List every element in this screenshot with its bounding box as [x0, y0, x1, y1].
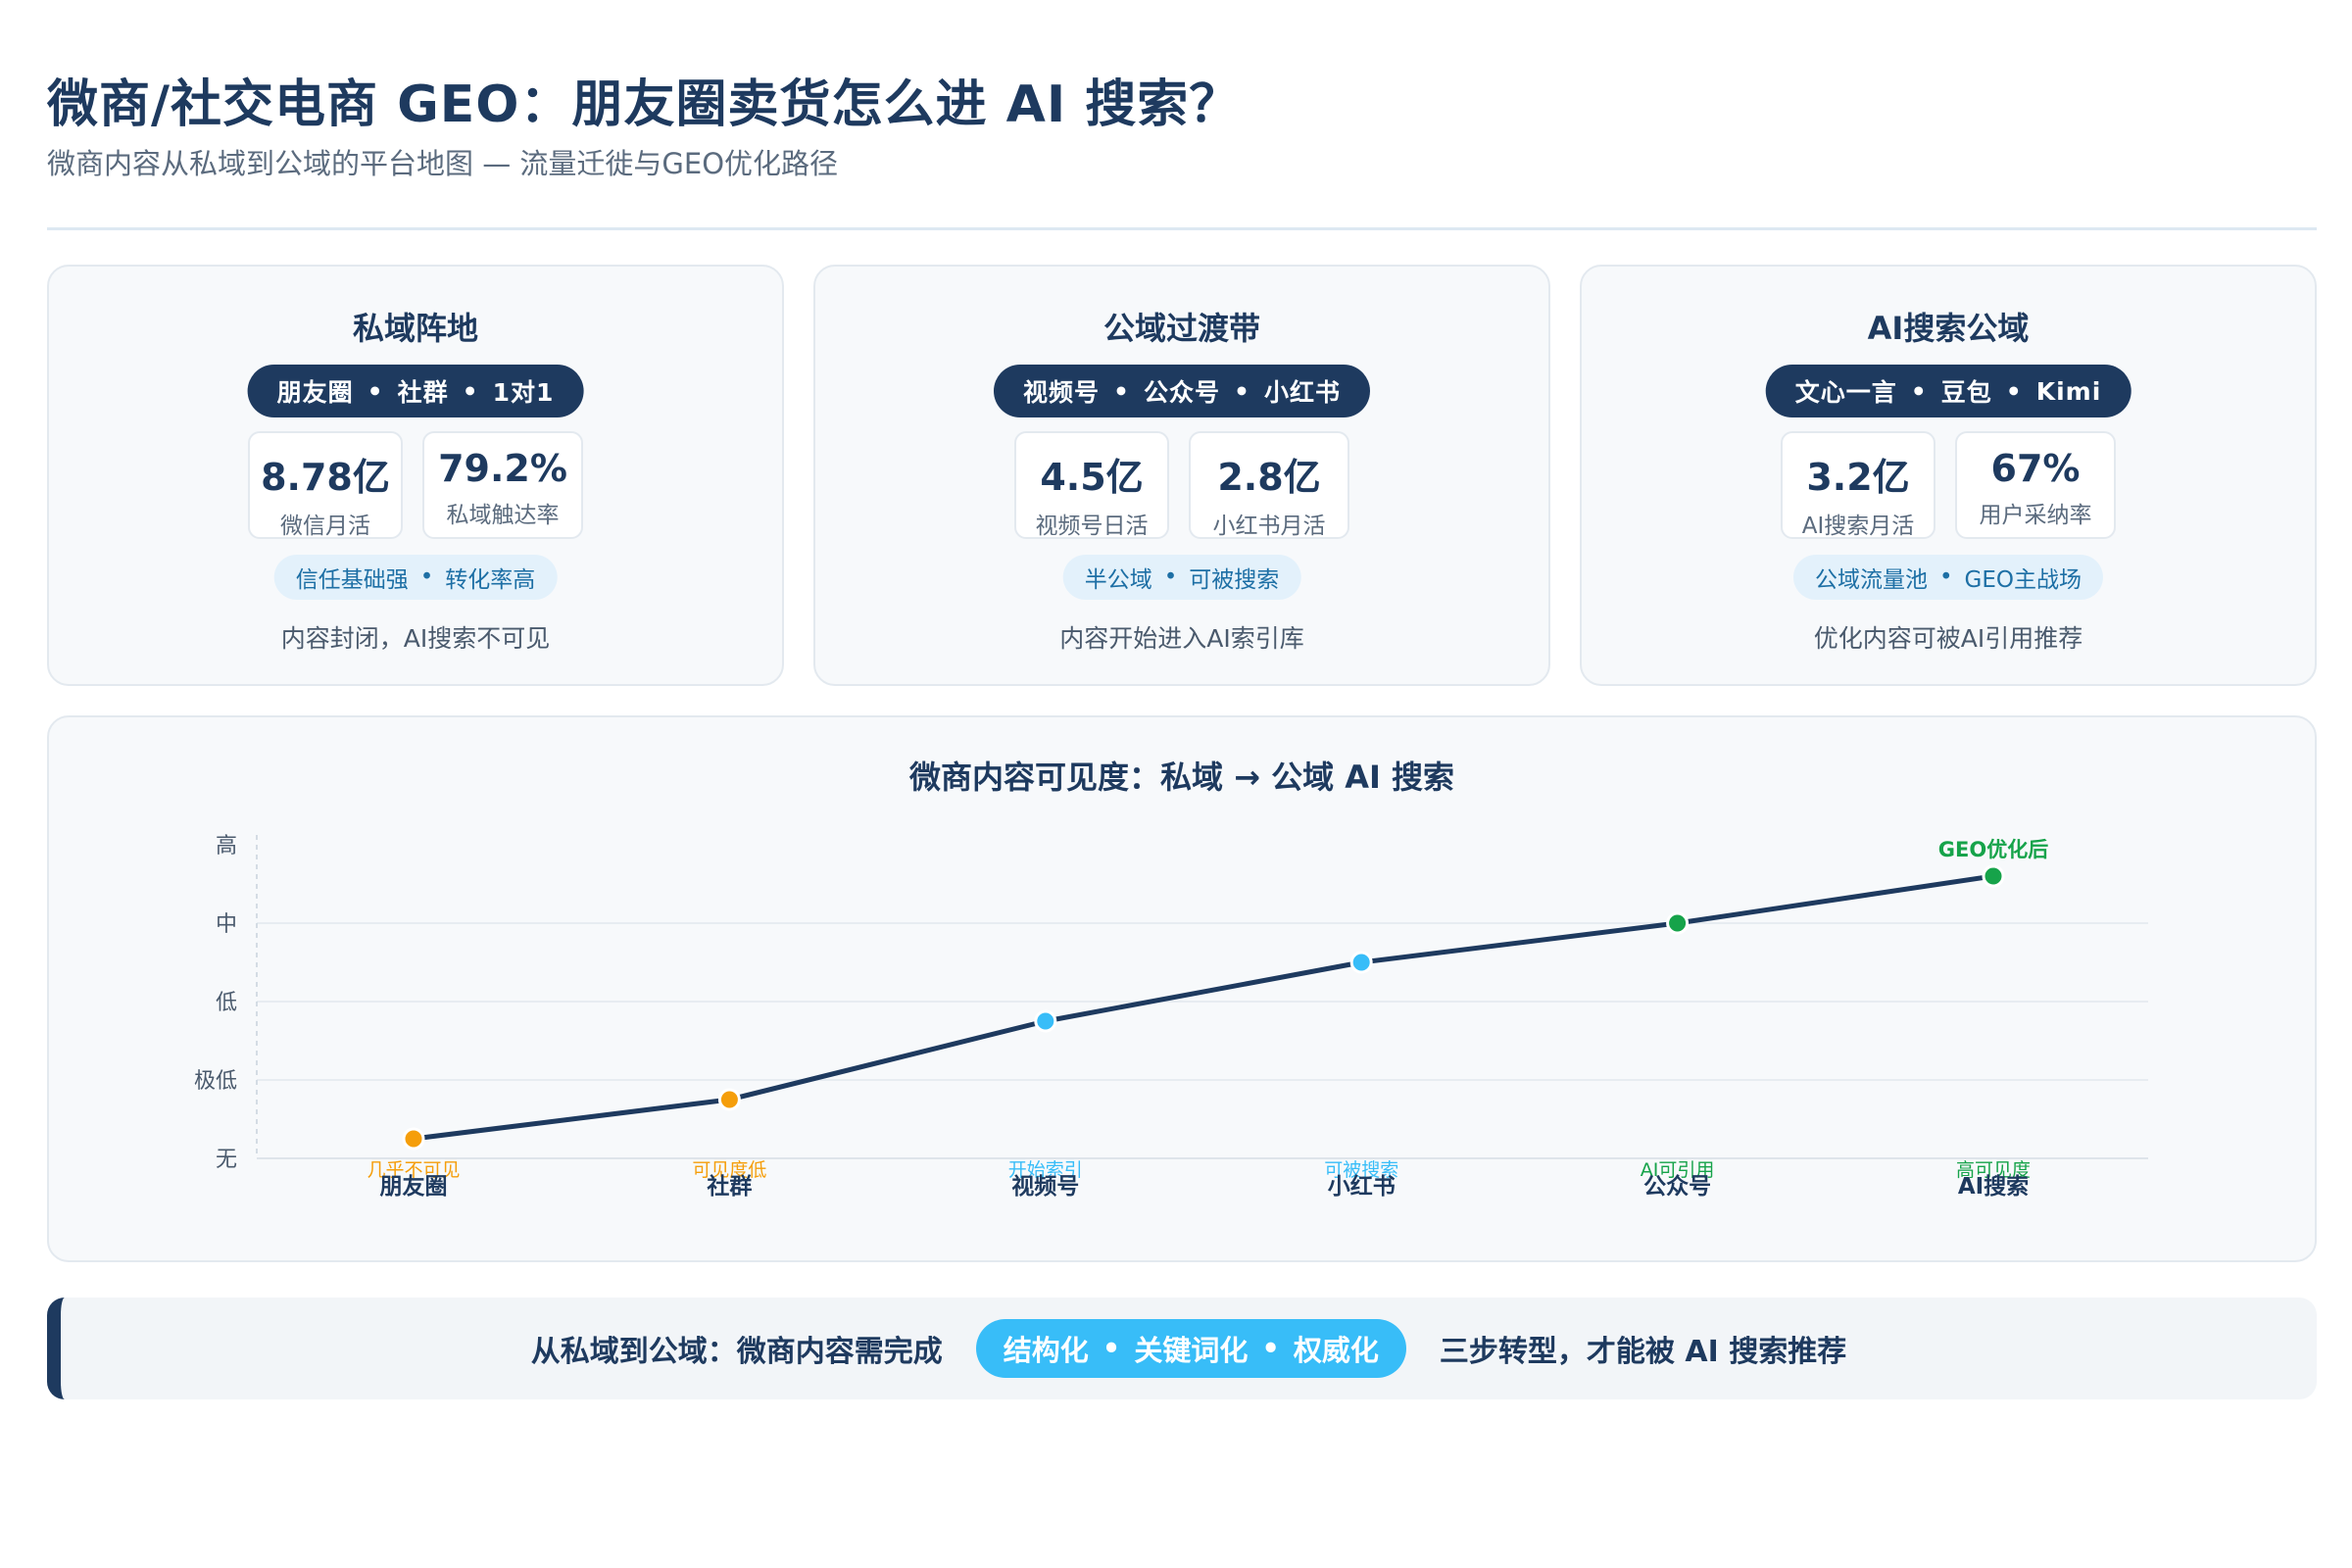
- step-label: 结构化: [1003, 1334, 1089, 1367]
- x-tick-label: 公众号: [1643, 1174, 1711, 1200]
- platform-pill: 文心一言 • 豆包 • Kimi: [1765, 365, 2132, 417]
- stats-row: 8.78亿 微信月活 79.2% 私域触达率: [49, 431, 782, 539]
- stat-value: 8.78亿: [261, 456, 390, 499]
- y-tick-label: 低: [216, 991, 237, 1015]
- platform-label: 文心一言: [1794, 378, 1897, 407]
- platform-label: 朋友圈: [276, 378, 354, 407]
- tag-label: GEO主战场: [1964, 567, 2082, 593]
- separator-dot: •: [419, 564, 434, 590]
- feature-tag: 公域流量池 • GEO主战场: [1792, 555, 2104, 600]
- card-transition-zone: 公域过渡带 视频号 • 公众号 • 小红书 4.5亿 视频号日活 2.8亿 小红…: [813, 265, 1550, 686]
- stat-value: 79.2%: [438, 447, 567, 490]
- stat-value: 4.5亿: [1040, 456, 1144, 499]
- stat-label: AI搜索月活: [1801, 514, 1915, 539]
- chart-annotation: GEO优化后: [1938, 838, 2048, 861]
- platform-label: Kimi: [2035, 376, 2102, 406]
- card-private-domain: 私域阵地 朋友圈 • 社群 • 1对1 8.78亿 微信月活 79.2% 私域触…: [47, 265, 784, 686]
- stat-value: 2.8亿: [1217, 456, 1321, 499]
- separator-dot: •: [367, 376, 384, 406]
- platform-label: 社群: [397, 378, 449, 407]
- data-point: [1666, 911, 1690, 935]
- stat-label: 微信月活: [280, 514, 370, 539]
- y-tick-label: 无: [216, 1148, 237, 1172]
- stat-box: 79.2% 私域触达率: [422, 431, 583, 539]
- x-tick-label: 朋友圈: [380, 1174, 448, 1200]
- tag-label: 半公域: [1084, 567, 1152, 593]
- x-tick-label: 社群: [707, 1173, 752, 1200]
- card-description: 内容开始进入AI索引库: [1059, 624, 1304, 653]
- stat-box: 2.8亿 小红书月活: [1189, 431, 1349, 539]
- platform-label: 小红书: [1263, 378, 1342, 407]
- separator-dot: •: [1113, 376, 1130, 406]
- platform-label: 视频号: [1022, 378, 1101, 407]
- banner-tail: 三步转型，才能被 AI 搜索推荐: [1439, 1335, 1847, 1369]
- tag-label: 公域流量池: [1814, 567, 1928, 593]
- header-divider: [47, 227, 2317, 230]
- y-tick-label: 中: [216, 912, 237, 937]
- stat-label: 小红书月活: [1212, 514, 1326, 539]
- card-title: 私域阵地: [352, 310, 478, 347]
- stats-row: 4.5亿 视频号日活 2.8亿 小红书月活: [815, 431, 1548, 539]
- separator-dot: •: [1261, 1332, 1280, 1365]
- separator-dot: •: [1102, 1332, 1121, 1365]
- separator-dot: •: [1938, 564, 1953, 590]
- x-tick-label: 小红书: [1328, 1173, 1396, 1200]
- separator-dot: •: [2005, 376, 2023, 406]
- platform-label: 公众号: [1143, 378, 1221, 407]
- stat-box: 8.78亿 微信月活: [248, 431, 403, 539]
- separator-dot: •: [1234, 376, 1250, 406]
- feature-tag: 信任基础强 • 转化率高: [273, 555, 558, 600]
- data-point: [1349, 951, 1373, 974]
- card-title: AI搜索公域: [1867, 310, 2030, 347]
- data-point: [1034, 1009, 1057, 1033]
- stat-box: 4.5亿 视频号日活: [1014, 431, 1169, 539]
- stat-value: 67%: [1990, 447, 2081, 490]
- summary-banner: 从私域到公域：微商内容需完成 结构化 • 关键词化 • 权威化 三步转型，才能被…: [47, 1298, 2317, 1399]
- tag-label: 信任基础强: [295, 567, 409, 593]
- tag-label: 转化率高: [445, 567, 536, 593]
- card-ai-search: AI搜索公域 文心一言 • 豆包 • Kimi 3.2亿 AI搜索月活 67% …: [1580, 265, 2317, 686]
- stat-label: 视频号日活: [1035, 514, 1149, 539]
- stat-box: 3.2亿 AI搜索月活: [1781, 431, 1936, 539]
- tag-label: 可被搜索: [1189, 567, 1280, 593]
- data-point: [402, 1127, 425, 1151]
- stat-box: 67% 用户采纳率: [1955, 431, 2116, 539]
- x-tick-label: AI搜索: [1958, 1174, 2029, 1200]
- stat-value: 3.2亿: [1806, 456, 1910, 499]
- platform-pill: 视频号 • 公众号 • 小红书: [993, 365, 1371, 417]
- y-tick-label: 极低: [194, 1069, 237, 1094]
- x-tick-label: 视频号: [1011, 1173, 1079, 1200]
- card-title: 公域过渡带: [1102, 310, 1260, 347]
- page-subtitle: 微商内容从私域到公域的平台地图 — 流量迁徙与GEO优化路径: [47, 147, 839, 180]
- separator-dot: •: [462, 376, 479, 406]
- feature-tag: 半公域 • 可被搜索: [1062, 555, 1301, 600]
- stat-label: 用户采纳率: [1979, 503, 2092, 528]
- data-point: [1982, 864, 2005, 888]
- platform-label: 豆包: [1940, 378, 1992, 407]
- data-point: [717, 1088, 741, 1111]
- banner-lead: 从私域到公域：微商内容需完成: [530, 1335, 943, 1369]
- card-description: 内容封闭，AI搜索不可见: [280, 624, 551, 653]
- page-title: 微商/社交电商 GEO：朋友圈卖货怎么进 AI 搜索？: [47, 75, 1242, 134]
- separator-dot: •: [1910, 376, 1928, 406]
- platform-pill: 朋友圈 • 社群 • 1对1: [247, 365, 584, 417]
- step-label: 权威化: [1293, 1334, 1379, 1367]
- visibility-line-chart: 无极低低中高几乎不可见朋友圈可见度低社群开始索引视频号可被搜索小红书AI可引用公…: [194, 834, 2148, 1200]
- stat-label: 私域触达率: [446, 503, 560, 528]
- steps-pill: 结构化 • 关键词化 • 权威化: [975, 1319, 1406, 1378]
- card-description: 优化内容可被AI引用推荐: [1813, 624, 2083, 653]
- separator-dot: •: [1163, 564, 1178, 590]
- step-label: 关键词化: [1134, 1334, 1249, 1367]
- platform-label: 1对1: [492, 378, 555, 407]
- series-line: [411, 873, 1996, 1142]
- y-tick-label: 高: [216, 834, 237, 858]
- visibility-chart-card: 微商内容可见度：私域 → 公域 AI 搜索 无极低低中高几乎不可见 朋友圈 可见度低…: [47, 715, 2317, 1262]
- stats-row: 3.2亿 AI搜索月活 67% 用户采纳率: [1582, 431, 2315, 539]
